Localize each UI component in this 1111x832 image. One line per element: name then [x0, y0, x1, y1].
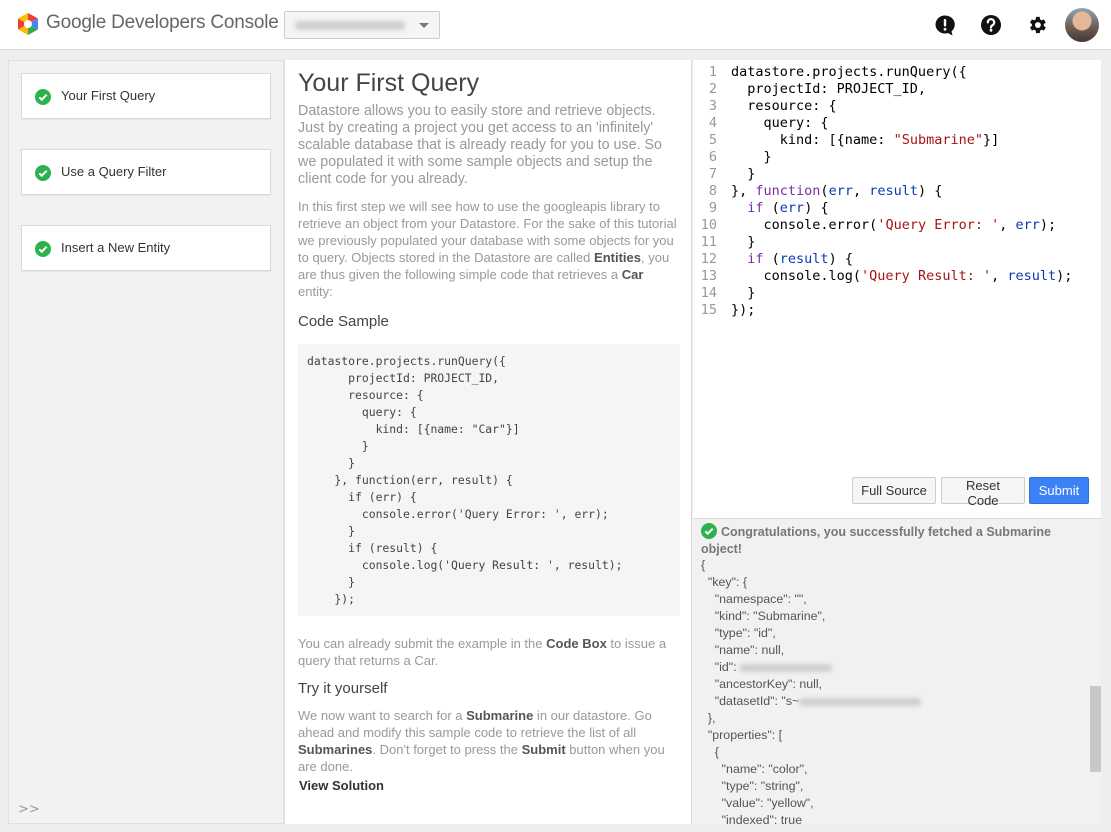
gear-icon[interactable] [1026, 14, 1048, 36]
project-selector[interactable] [284, 11, 440, 39]
code-sample: datastore.projects.runQuery({ projectId:… [298, 344, 680, 616]
result-scrollbar[interactable] [1090, 686, 1101, 772]
check-circle-icon [35, 165, 51, 181]
step-your-first-query[interactable]: Your First Query [21, 73, 271, 119]
feedback-icon[interactable] [934, 14, 956, 36]
try-it-text: We now want to search for a Submarine in… [298, 708, 665, 774]
step-description: In this first step we will see how to us… [298, 199, 677, 299]
success-message: Congratulations, you successfully fetche… [701, 523, 1051, 556]
try-it-heading: Try it yourself [298, 680, 388, 697]
step-label: Insert a New Entity [61, 240, 171, 255]
line-numbers: 1 2 3 4 5 6 7 8 9 10 11 12 13 14 15 [700, 64, 717, 318]
submit-button[interactable]: Submit [1029, 477, 1089, 504]
code-editor-text[interactable]: datastore.projects.runQuery({ projectId:… [731, 64, 1072, 319]
avatar[interactable] [1065, 8, 1099, 42]
result-panel: Congratulations, you successfully fetche… [693, 518, 1101, 824]
check-circle-icon [35, 241, 51, 257]
view-solution-link[interactable]: View Solution [299, 778, 680, 793]
steps-sidebar: Your First Query Use a Query Filter Inse… [8, 60, 284, 824]
expand-sidebar-icon[interactable]: >> [18, 802, 40, 817]
submit-hint-text: You can already submit the example in th… [298, 636, 667, 668]
full-source-button[interactable]: Full Source [852, 477, 936, 504]
intro-text: Datastore allows you to easily store and… [298, 103, 662, 187]
brand-title[interactable]: Google Developers Console [46, 12, 279, 34]
check-circle-icon [35, 89, 51, 105]
project-name [295, 21, 405, 30]
top-bar: Google Developers Console [0, 0, 1111, 50]
tutorial-panel: Your First Query Datastore allows you to… [284, 60, 692, 824]
help-icon[interactable] [980, 14, 1002, 36]
reset-code-button[interactable]: Reset Code [941, 477, 1025, 508]
code-sample-heading: Code Sample [298, 313, 389, 330]
chevron-down-icon [419, 23, 429, 28]
code-editor[interactable]: 1 2 3 4 5 6 7 8 9 10 11 12 13 14 15 datastore.projects… [693, 60, 1101, 518]
redacted-id [740, 663, 833, 672]
page-title: Your First Query [298, 69, 480, 97]
console-logo-icon [18, 13, 38, 35]
redacted-dataset-id [799, 697, 922, 706]
step-use-a-query-filter[interactable]: Use a Query Filter [21, 149, 271, 195]
step-insert-a-new-entity[interactable]: Insert a New Entity [21, 225, 271, 271]
result-json: { "key": { "namespace": "", "kind": "Sub… [701, 557, 922, 824]
step-label: Your First Query [61, 88, 156, 103]
step-label: Use a Query Filter [61, 164, 167, 179]
check-circle-icon [701, 523, 717, 539]
